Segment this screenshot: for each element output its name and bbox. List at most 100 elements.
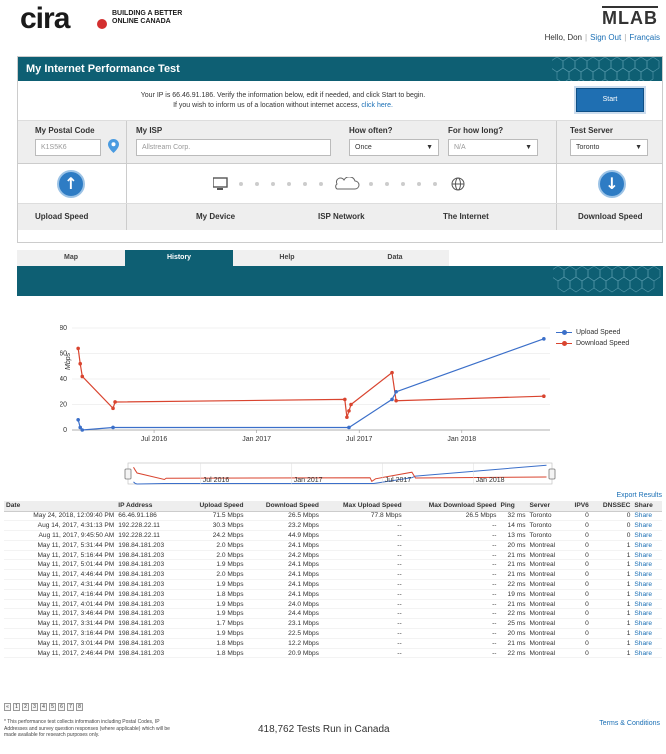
test-server-select[interactable]: Toronto ▼ (570, 139, 648, 156)
legend-upload-label: Upload Speed (576, 329, 621, 336)
x-tick-label: Jul 2017 (346, 436, 373, 443)
navigator-handle[interactable] (124, 468, 132, 480)
column-header[interactable]: Max Download Speed (403, 501, 499, 512)
how-often-select[interactable]: Once ▼ (349, 139, 439, 156)
table-cell: 198.84.181.203 (116, 638, 183, 649)
pager-prev-button[interactable]: « (4, 703, 11, 711)
postal-code-input[interactable]: K1S5K6 (35, 139, 101, 156)
y-tick-label: 60 (60, 351, 67, 358)
legend-download[interactable]: Download Speed (556, 338, 629, 349)
how-long-select[interactable]: N/A ▼ (448, 139, 538, 156)
legend-upload[interactable]: Upload Speed (556, 327, 629, 338)
share-link[interactable]: Share (634, 581, 652, 588)
share-link[interactable]: Share (634, 561, 652, 568)
cira-logo[interactable]: cira (20, 2, 70, 36)
table-cell: Share (632, 618, 662, 630)
tab-data[interactable]: Data (341, 250, 449, 266)
pager-page-button[interactable]: 3 (31, 703, 38, 711)
test-server-value: Toronto (576, 144, 600, 151)
range-navigator[interactable]: Jul 2016 Jan 2017 Jul 2017 Jan 2018 (120, 460, 560, 490)
x-tick-label: Jul 2016 (141, 436, 168, 443)
x-tick-label: Jan 2018 (447, 436, 476, 443)
data-point (542, 394, 546, 399)
column-header[interactable]: Share (632, 501, 662, 512)
column-header[interactable]: Ping (498, 501, 528, 512)
table-cell: 0 (566, 550, 591, 561)
table-cell: 0 (566, 608, 591, 620)
fields-row: My Postal Code K1S5K6 My ISP Allstream C… (18, 121, 662, 164)
table-cell: 24.2 Mbps (245, 550, 321, 561)
share-link[interactable]: Share (634, 552, 652, 559)
pager-page-button[interactable]: 7 (67, 703, 74, 711)
table-cell: Share (632, 648, 662, 659)
upload-arrow-icon: ↑ (57, 170, 85, 198)
table-cell: Share (632, 550, 662, 561)
pager-page-button[interactable]: 4 (40, 703, 47, 711)
pager-page-button[interactable]: 1 (13, 703, 20, 711)
column-header[interactable]: Date (4, 501, 117, 512)
language-link[interactable]: Français (629, 33, 660, 42)
location-pin-icon[interactable] (108, 139, 119, 153)
share-link[interactable]: Share (634, 542, 652, 549)
sign-out-link[interactable]: Sign Out (590, 33, 621, 42)
share-link[interactable]: Share (634, 591, 652, 598)
column-header[interactable]: Server (527, 501, 567, 512)
terms-link[interactable]: Terms & Conditions (599, 720, 660, 727)
table-cell: May 11, 2017, 5:31:44 PM (4, 540, 117, 551)
data-point (347, 409, 351, 413)
column-header[interactable]: IP Address (116, 501, 183, 512)
column-header[interactable]: Download Speed (245, 501, 321, 512)
table-cell: Montreal (527, 618, 567, 630)
share-link[interactable]: Share (634, 522, 652, 529)
table-cell: -- (403, 618, 499, 630)
table-cell: 24.1 Mbps (245, 579, 321, 590)
share-link[interactable]: Share (634, 650, 652, 657)
table-cell: May 11, 2017, 2:46:44 PM (4, 648, 117, 659)
table-cell: 198.84.181.203 (116, 618, 183, 630)
share-link[interactable]: Share (634, 620, 652, 627)
export-results-link[interactable]: Export Results (616, 492, 662, 499)
series-line-upload-speed (77, 338, 545, 431)
table-cell: 44.9 Mbps (245, 530, 321, 541)
table-row: May 11, 2017, 4:16:44 PM 198.84.181.203 1.… (4, 589, 662, 600)
table-cell: Montreal (527, 599, 567, 610)
share-link[interactable]: Share (634, 571, 652, 578)
legend-upload-dot (562, 330, 567, 335)
navigator-handle[interactable] (548, 468, 556, 480)
pager-page-button[interactable]: 2 (22, 703, 29, 711)
column-header[interactable]: Max Upload Speed (320, 501, 404, 512)
tab-help[interactable]: Help (233, 250, 341, 266)
share-link[interactable]: Share (634, 610, 652, 617)
data-point (78, 361, 83, 366)
ip-info: Your IP is 66.46.91.186. Verify the info… (18, 91, 548, 111)
pager-page-button[interactable]: 8 (76, 703, 83, 711)
share-link[interactable]: Share (634, 630, 652, 637)
table-cell: Share (632, 559, 662, 571)
isp-input[interactable]: Allstream Corp. (136, 139, 331, 156)
mlab-logo[interactable]: MLAB (602, 6, 658, 29)
pager-page-button[interactable]: 6 (58, 703, 65, 711)
mlab-text: MLAB (602, 6, 658, 28)
table-cell: -- (403, 550, 499, 561)
column-header[interactable]: DNSSEC (590, 501, 633, 512)
table-cell: 1 (590, 540, 633, 551)
tab-map[interactable]: Map (17, 250, 125, 266)
tab-history[interactable]: History (125, 250, 233, 266)
share-link[interactable]: Share (634, 512, 652, 519)
share-link[interactable]: Share (634, 640, 652, 647)
column-header[interactable]: Upload Speed (182, 501, 246, 512)
share-link[interactable]: Share (634, 532, 652, 539)
table-cell: Share (632, 579, 662, 590)
start-button[interactable]: Start (576, 88, 644, 112)
table-cell: 1 (590, 648, 633, 659)
no-access-link[interactable]: click here. (361, 102, 393, 109)
pager-page-button[interactable]: 5 (49, 703, 56, 711)
table-cell: 21 ms (498, 550, 528, 561)
field-divider (556, 121, 557, 163)
site-header: cira BUILDING A BETTER ONLINE CANADA MLA… (0, 0, 666, 56)
share-link[interactable]: Share (634, 601, 652, 608)
data-point (390, 397, 394, 402)
data-point (80, 374, 85, 379)
data-point (542, 337, 546, 341)
column-header[interactable]: IPV6 (566, 501, 591, 512)
